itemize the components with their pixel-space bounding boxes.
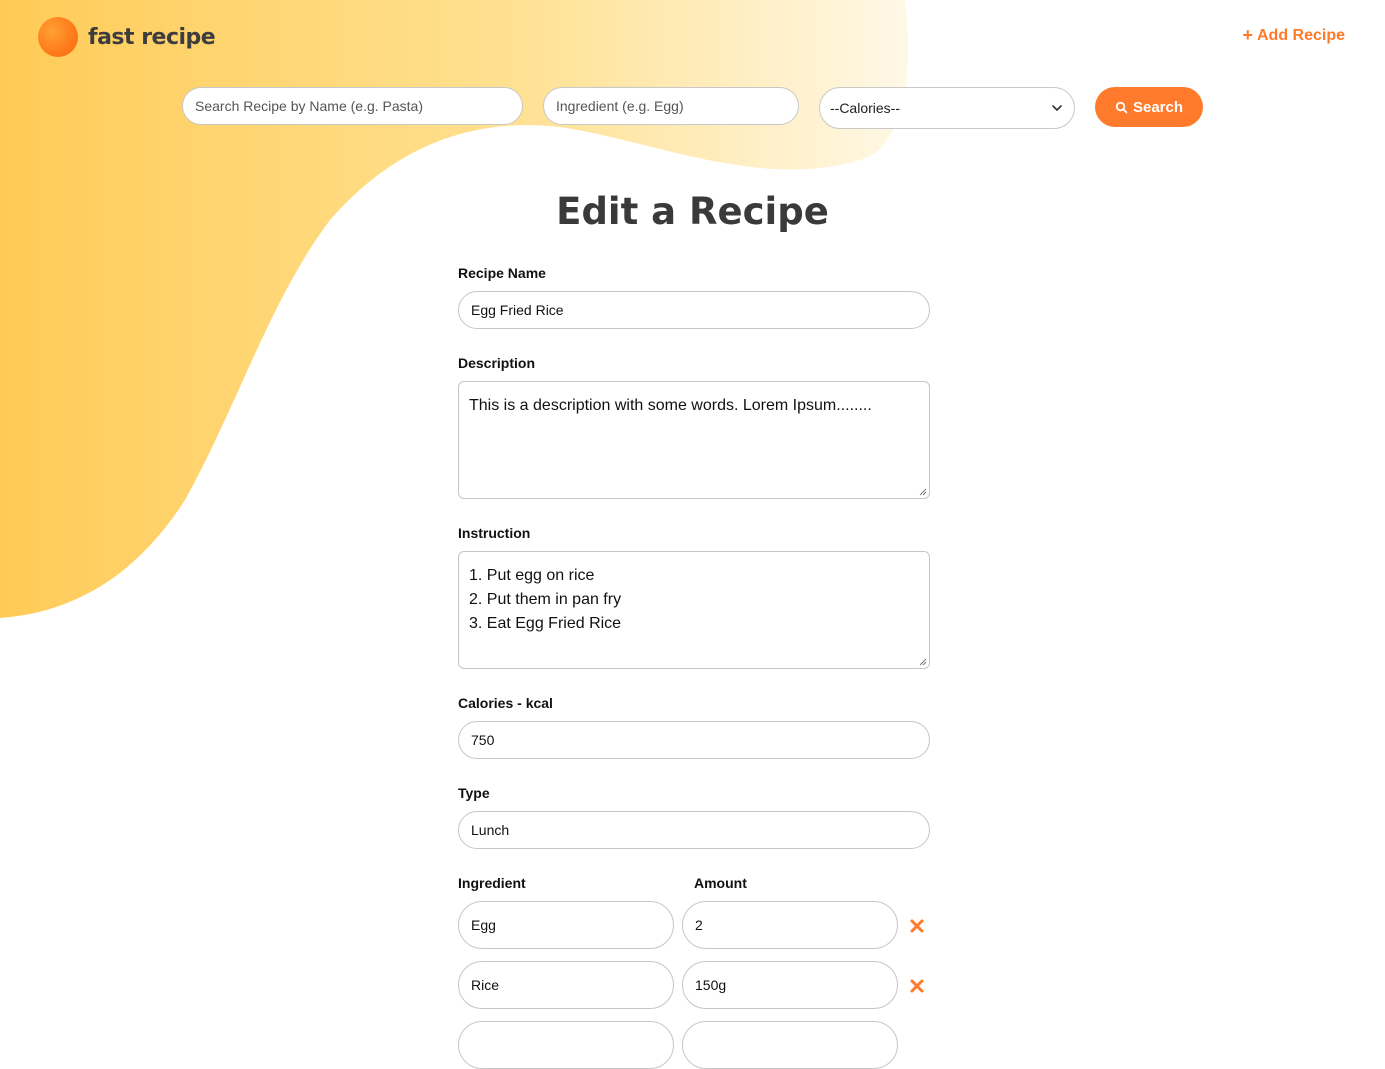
search-icon: [1115, 101, 1128, 113]
instruction-line: 2. Put them in pan fry: [469, 591, 622, 608]
amount-input[interactable]: 150g: [682, 961, 898, 1009]
brand-logo[interactable]: fast recipe: [38, 17, 216, 57]
search-ingredient-placeholder: Ingredient (e.g. Egg): [556, 98, 684, 114]
ingredient-input[interactable]: Egg: [458, 901, 674, 949]
ingredient-input[interactable]: Rice: [458, 961, 674, 1009]
instruction-textarea[interactable]: 1. Put egg on rice 2. Put them in pan fr…: [458, 551, 930, 669]
background-wave: [0, 0, 908, 618]
search-button-label: Search: [1132, 98, 1184, 116]
ingredient-value: Egg: [471, 917, 496, 933]
description-textarea[interactable]: This is a description with some words. L…: [458, 381, 930, 499]
add-recipe-link[interactable]: + Add Recipe: [1242, 25, 1345, 46]
instruction-line: 1. Put egg on rice: [469, 567, 595, 584]
resize-grip-icon[interactable]: [919, 488, 927, 496]
recipe-name-input[interactable]: Egg Fried Rice: [458, 291, 930, 329]
type-label: Type: [458, 785, 490, 801]
search-name-input[interactable]: Search Recipe by Name (e.g. Pasta): [182, 87, 523, 125]
recipe-name-label: Recipe Name: [458, 265, 546, 281]
type-input[interactable]: Lunch: [458, 811, 930, 849]
chevron-down-icon: [1052, 105, 1062, 111]
search-name-placeholder: Search Recipe by Name (e.g. Pasta): [195, 98, 423, 114]
type-value: Lunch: [471, 822, 510, 838]
add-recipe-label: Add Recipe: [1256, 26, 1345, 44]
recipe-name-value: Egg Fried Rice: [471, 302, 564, 318]
ingredient-column-label: Ingredient: [458, 875, 526, 891]
calories-label: Calories - kcal: [458, 695, 553, 711]
calories-select[interactable]: --Calories--: [819, 87, 1075, 129]
logo-ball-icon: [38, 17, 78, 57]
close-icon: [910, 979, 924, 993]
page-title: Edit a Recipe: [556, 190, 829, 233]
remove-ingredient-icon[interactable]: [909, 918, 925, 934]
brand-name: fast recipe: [88, 24, 216, 50]
close-icon: [910, 919, 924, 933]
amount-input[interactable]: 2: [682, 901, 898, 949]
description-value: This is a description with some words. L…: [469, 397, 872, 414]
search-button[interactable]: Search: [1095, 87, 1203, 127]
amount-value: 150g: [695, 977, 727, 993]
plus-icon: +: [1242, 25, 1253, 45]
instruction-line: 3. Eat Egg Fried Rice: [469, 615, 622, 632]
calories-input[interactable]: 750: [458, 721, 930, 759]
ingredient-input[interactable]: [458, 1021, 674, 1069]
calories-value: 750: [471, 732, 495, 748]
description-label: Description: [458, 355, 536, 371]
calories-select-value: --Calories--: [830, 100, 900, 116]
amount-input[interactable]: [682, 1021, 898, 1069]
search-ingredient-input[interactable]: Ingredient (e.g. Egg): [543, 87, 799, 125]
amount-column-label: Amount: [694, 875, 747, 891]
amount-value: 2: [695, 917, 703, 933]
ingredient-value: Rice: [471, 977, 500, 993]
resize-grip-icon[interactable]: [919, 658, 927, 666]
remove-ingredient-icon[interactable]: [909, 978, 925, 994]
instruction-label: Instruction: [458, 525, 531, 541]
